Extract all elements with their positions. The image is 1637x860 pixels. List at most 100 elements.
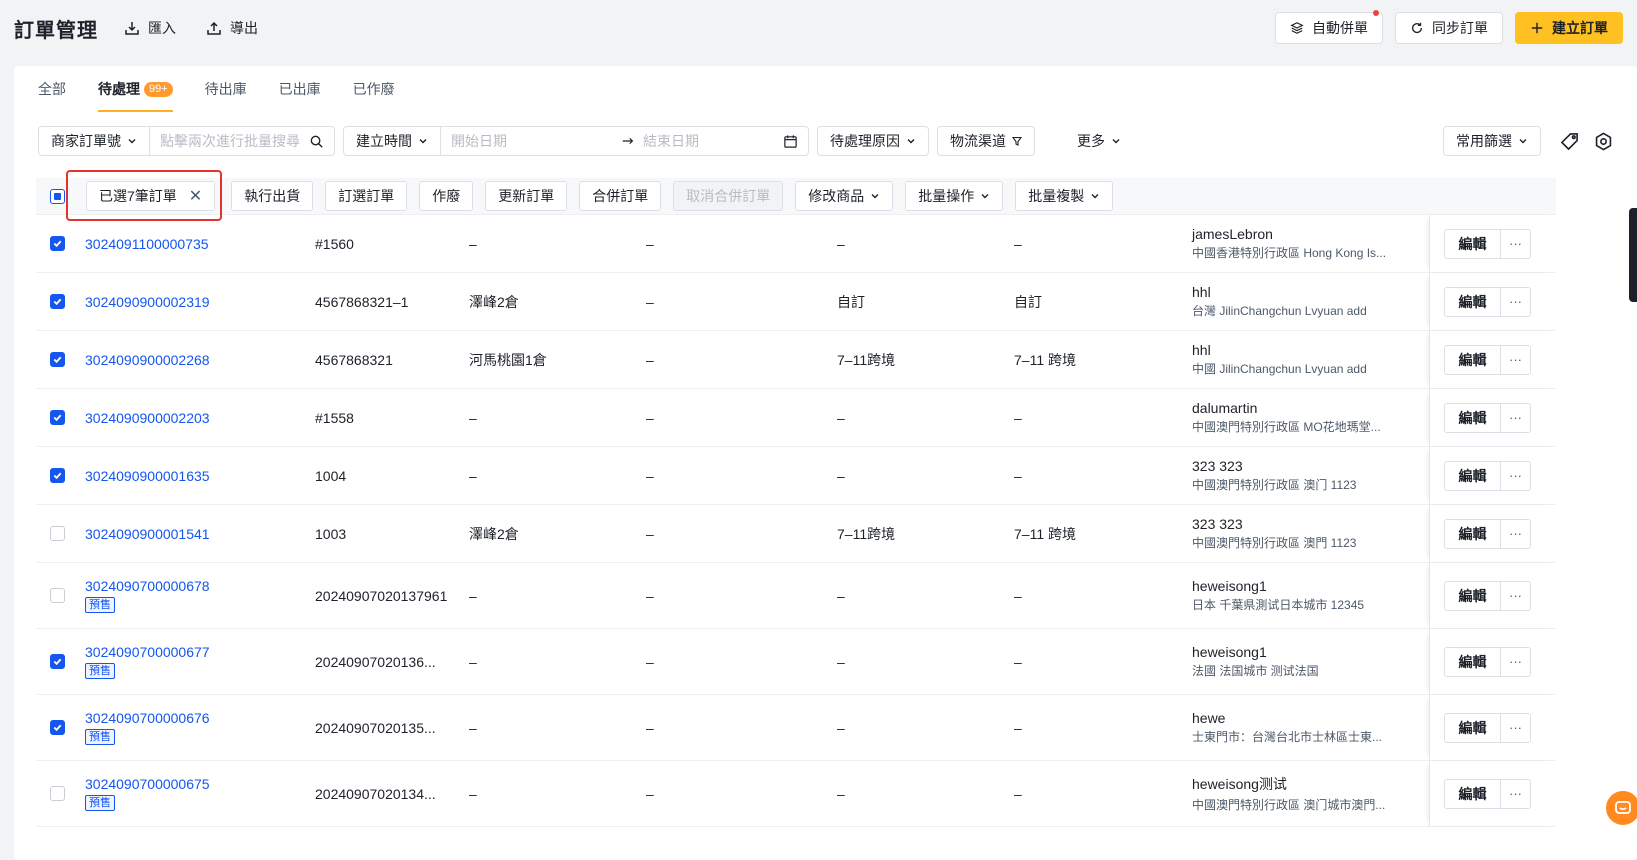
order-number-link[interactable]: 3024090900001541 [85,526,210,542]
more-actions-button[interactable]: ··· [1501,346,1530,374]
edit-button[interactable]: 編輯 [1445,229,1501,258]
common-filter[interactable]: 常用篩選 [1443,126,1541,156]
edit-products-button[interactable]: 修改商品 [795,181,894,211]
sync-orders-button[interactable]: 同步訂單 [1395,12,1503,44]
row-actions: 編輯 ··· [1429,563,1556,628]
order-number-link[interactable]: 3024090900002203 [85,410,210,426]
tab-pending[interactable]: 待處理 99+ [98,66,173,112]
batch-copy-button[interactable]: 批量複製 [1015,181,1114,211]
reason-select[interactable]: 待處理原因 [818,127,928,155]
more-actions-button[interactable]: ··· [1501,520,1530,548]
batch-operations-button[interactable]: 批量操作 [905,181,1004,211]
more-actions-button[interactable]: ··· [1501,462,1530,490]
start-date-placeholder: 開始日期 [451,133,507,149]
row-checkbox[interactable] [49,294,65,309]
export-label: 導出 [230,20,258,36]
page-title: 訂單管理 [14,19,98,42]
logistics-cell: 7–11跨境 [837,351,896,368]
order-number-link[interactable]: 3024090700000676 [85,710,210,726]
edit-button[interactable]: 編輯 [1445,461,1501,490]
book-orders-button[interactable]: 訂選訂單 [325,181,408,211]
more-actions-button[interactable]: ··· [1501,230,1530,258]
more-actions-button[interactable]: ··· [1501,582,1530,610]
order-field-select[interactable]: 商家訂單號 [39,127,150,155]
row-checkbox[interactable] [49,352,65,367]
more-actions-button[interactable]: ··· [1501,714,1530,742]
filter-bar: 商家訂單號 點擊兩次進行批量搜尋 建立時間 開始日期 結束日期 待處理原因 物流… [38,126,1613,156]
edit-button[interactable]: 編輯 [1445,647,1501,676]
row-checkbox[interactable] [49,526,65,541]
edit-button[interactable]: 編輯 [1445,345,1501,374]
chat-support-button[interactable] [1603,788,1637,828]
order-number-link[interactable]: 3024090700000677 [85,644,210,660]
orders-table: 已選7筆訂單 ✕ 執行出貨 訂選訂單 作廢 更新訂單 合併訂單 取消合併訂單 修… [36,170,1556,827]
order-number-link[interactable]: 3024090700000678 [85,578,210,594]
edit-button[interactable]: 編輯 [1445,581,1501,610]
edit-button[interactable]: 編輯 [1445,287,1501,316]
tab-all[interactable]: 全部 [38,66,66,112]
table-row: 3024090700000675 預售 20240907020134... – – – – h… [36,761,1556,827]
edit-button[interactable]: 編輯 [1445,779,1501,808]
merge-orders-button[interactable]: 合併訂單 [579,181,662,211]
row-checkbox[interactable] [49,654,65,669]
tab-shipped[interactable]: 已出庫 [279,66,321,112]
table-row: 3024090900001541 1003 澤峰2倉 – 7–11跨境 7–11 跨境 32… [36,505,1556,563]
tab-awaiting-shipment[interactable]: 待出庫 [205,66,247,112]
select-all-checkbox[interactable] [49,188,65,204]
row-checkbox[interactable] [49,236,65,251]
logistics-cell: – [837,409,845,426]
more-actions-button[interactable]: ··· [1501,404,1530,432]
import-button[interactable]: 匯入 [124,18,176,38]
time-field-select[interactable]: 建立時間 [344,127,441,155]
cancel-merge-button[interactable]: 取消合併訂單 [673,181,784,211]
update-orders-button[interactable]: 更新訂單 [485,181,568,211]
row-checkbox[interactable] [49,410,65,425]
logistics-select[interactable]: 物流渠道 [938,127,1034,155]
channel-cell: 7–11 跨境 [1014,525,1076,542]
settings-button[interactable] [1593,131,1613,151]
more-actions-button[interactable]: ··· [1501,648,1530,676]
logistics-filter[interactable]: 物流渠道 [937,126,1035,156]
empty-cell: – [646,587,654,604]
order-number-link[interactable]: 3024090900001635 [85,468,210,484]
import-label: 匯入 [148,20,176,36]
warehouse-cell: – [469,467,477,484]
order-number-link[interactable]: 3024090900002268 [85,352,210,368]
ship-button[interactable]: 執行出貨 [231,181,314,211]
auto-merge-button[interactable]: 自動併單 [1275,10,1383,44]
more-filters-button[interactable]: 更多 [1077,131,1121,151]
order-number-link[interactable]: 3024090900002319 [85,294,210,310]
more-actions-button[interactable]: ··· [1501,780,1530,808]
warehouse-cell: 河馬桃園1倉 [469,351,547,368]
export-button[interactable]: 導出 [206,18,258,38]
buyer-name: heweisong1 [1192,644,1267,660]
reason-filter[interactable]: 待處理原因 [817,126,929,156]
end-date-input[interactable]: 結束日期 [611,127,808,155]
edit-button[interactable]: 編輯 [1445,519,1501,548]
order-number-link[interactable]: 3024091100000735 [85,236,209,252]
tag-button[interactable] [1559,131,1579,151]
empty-cell: – [646,351,654,368]
edit-button[interactable]: 編輯 [1445,403,1501,432]
common-filter-select[interactable]: 常用篩選 [1444,127,1540,155]
create-order-button[interactable]: 建立訂單 [1515,12,1623,44]
row-checkbox[interactable] [49,786,65,801]
more-actions-button[interactable]: ··· [1501,288,1530,316]
scrollbar-thumb[interactable] [1629,208,1637,302]
empty-cell: – [646,235,654,252]
edit-button[interactable]: 編輯 [1445,713,1501,742]
warehouse-cell: – [469,719,477,736]
order-search-input[interactable]: 點擊兩次進行批量搜尋 [150,127,334,155]
empty-cell: – [646,719,654,736]
start-date-input[interactable]: 開始日期 [441,127,611,155]
row-checkbox[interactable] [49,720,65,735]
void-button[interactable]: 作廢 [419,181,474,211]
channel-cell: – [1014,409,1022,426]
tab-voided[interactable]: 已作廢 [353,66,395,112]
order-number-link[interactable]: 3024090700000675 [85,776,210,792]
external-order-id: 20240907020134... [315,785,436,802]
row-checkbox[interactable] [49,468,65,483]
row-checkbox[interactable] [49,588,65,603]
row-actions: 編輯 ··· [1429,447,1556,504]
table-row: 3024091100000735 #1560 – – – – jamesLebron 中國香港… [36,215,1556,273]
